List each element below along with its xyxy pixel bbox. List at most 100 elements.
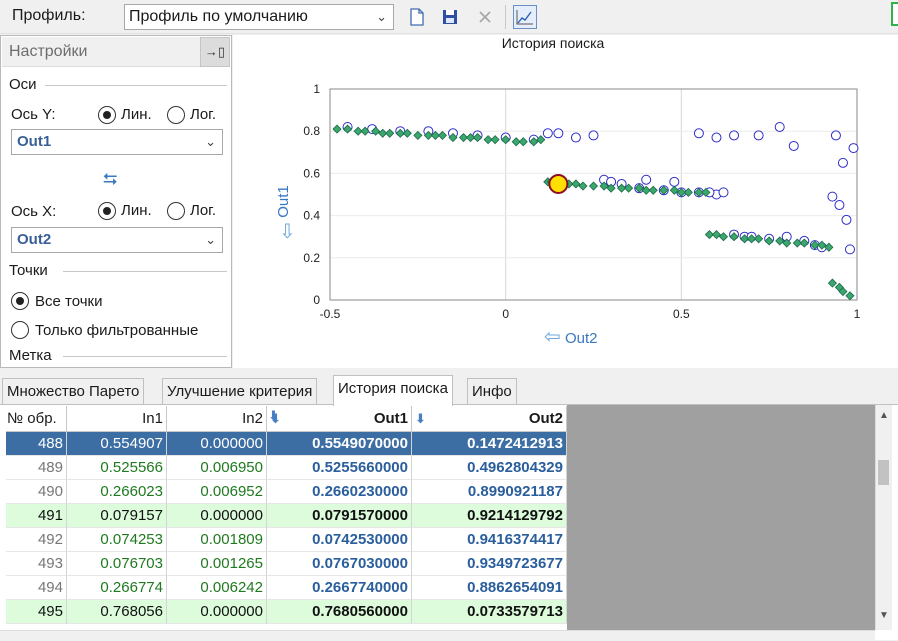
data-point [490, 135, 500, 145]
table-row[interactable]: 490 0.266023 0.006952 0.2660230000 0.8990921… [6, 480, 567, 504]
column-header-out1[interactable]: ⬇ Out1 [267, 406, 412, 432]
y-axis-select[interactable]: Out1 ⌄ [11, 129, 223, 155]
y-linear-label: Лин. [121, 106, 152, 123]
cell-in1: 0.554907 [67, 432, 167, 456]
tab-improvement[interactable]: Улучшение критерия [162, 378, 318, 405]
data-point [844, 244, 855, 255]
filtered-points-radio[interactable] [11, 321, 29, 339]
tab-search-history[interactable]: История поиска [333, 375, 453, 406]
data-point [542, 128, 553, 139]
chevron-down-icon: ⌄ [205, 134, 216, 149]
toolbar-separator [505, 5, 506, 29]
y-axis-title[interactable]: Out1 ⇩ [275, 183, 298, 243]
data-point [588, 181, 599, 191]
data-point [536, 135, 546, 145]
cell-in1: 0.074253 [67, 528, 167, 552]
table-row[interactable]: 489 0.525566 0.006950 0.5255660000 0.4962804… [6, 456, 567, 480]
cell-n: 488 [6, 432, 67, 456]
tab-pareto[interactable]: Множество Парето [2, 378, 145, 405]
table-row[interactable]: 491 0.079157 0.000000 0.0791570000 0.9214129… [6, 504, 567, 528]
cell-out2: 0.8862654091 [412, 576, 567, 600]
cell-out2: 0.1472412913 [412, 432, 567, 456]
data-point [588, 130, 599, 141]
vertical-scrollbar[interactable]: ▲ ▼ [875, 405, 892, 630]
table-row[interactable]: 494 0.266774 0.006242 0.2667740000 0.8862654… [6, 576, 567, 600]
x-axis-label: Ось X: [11, 203, 57, 220]
tab-info[interactable]: Инфо [467, 378, 517, 405]
cell-n: 491 [6, 504, 67, 528]
column-header-in2[interactable]: In2 [167, 406, 267, 432]
table-row[interactable]: 495 0.768056 0.000000 0.7680560000 0.0733579… [6, 600, 567, 624]
cell-n: 489 [6, 456, 67, 480]
y-log-radio[interactable] [167, 106, 185, 124]
data-point [729, 130, 740, 141]
filtered-points-label: Только фильтрованные [35, 322, 199, 339]
y-linear-radio[interactable] [98, 106, 116, 124]
x-linear-label: Лин. [121, 202, 152, 219]
tab-label: Улучшение критерия [167, 383, 313, 400]
column-header-out2[interactable]: ⬇ Out2 [412, 406, 567, 432]
cell-out1: 0.2667740000 [267, 576, 412, 600]
cell-out1: 0.0742530000 [267, 528, 412, 552]
close-icon [479, 11, 491, 23]
table-row[interactable]: 492 0.074253 0.001809 0.0742530000 0.9416374… [6, 528, 567, 552]
horizontal-scrollbar[interactable] [0, 630, 875, 641]
swap-axes-icon[interactable]: ⮀ [103, 169, 117, 190]
cell-out2: 0.9349723677 [412, 552, 567, 576]
cell-n: 490 [6, 480, 67, 504]
new-file-icon [410, 8, 424, 26]
x-linear-radio[interactable] [98, 202, 116, 220]
table-row[interactable]: 488 0.554907 0.000000 0.5549070000 0.1472412… [6, 432, 567, 456]
x-log-radio[interactable] [167, 202, 185, 220]
profile-label: Профиль: [12, 7, 86, 24]
y-tick-label: 0.2 [303, 251, 320, 265]
data-point [834, 200, 845, 211]
save-profile-button[interactable] [438, 5, 462, 29]
data-point [711, 230, 722, 240]
x-axis-select[interactable]: Out2 ⌄ [11, 227, 223, 253]
status-indicator [891, 2, 898, 26]
data-point [669, 176, 680, 187]
data-point [553, 128, 564, 139]
cell-out2: 0.9416374417 [412, 528, 567, 552]
y-axis-title-text: Out1 [274, 185, 292, 218]
profile-select[interactable]: Профиль по умолчанию ⌄ [124, 4, 394, 30]
x-axis-select-value: Out2 [17, 231, 52, 248]
scroll-down-icon[interactable]: ▼ [879, 610, 889, 621]
x-axis-title[interactable]: ⇦ Out2 [544, 324, 597, 349]
settings-title: Настройки [9, 43, 88, 60]
column-header-in1[interactable]: In1 [67, 406, 167, 432]
label-group-title: Метка [9, 347, 52, 364]
column-header-out2-label: Out2 [528, 410, 563, 427]
cell-in2: 0.001265 [167, 552, 267, 576]
data-point [827, 278, 837, 288]
y-tick-label: 0.4 [303, 209, 320, 223]
cell-in2: 0.006950 [167, 456, 267, 480]
new-profile-button[interactable] [405, 5, 429, 29]
cell-n: 493 [6, 552, 67, 576]
y-tick-label: 0.8 [303, 124, 320, 138]
data-point [788, 140, 799, 151]
column-header-number[interactable]: № обр. [6, 406, 67, 432]
cell-out1: 0.2660230000 [267, 480, 412, 504]
delete-profile-button[interactable] [473, 5, 497, 29]
all-points-radio[interactable] [11, 292, 29, 310]
column-header-out1-label: Out1 [373, 410, 408, 427]
y-axis-label: Ось Y: [11, 106, 56, 123]
arrow-left-icon: ⇦ [544, 326, 561, 348]
scroll-thumb[interactable] [878, 460, 889, 485]
table-empty-area [567, 405, 875, 630]
points-group-title: Точки [9, 262, 48, 279]
data-point [827, 191, 838, 202]
chart-settings-button[interactable] [513, 5, 537, 29]
scroll-up-icon[interactable]: ▲ [879, 410, 889, 421]
y-tick-label: 0.6 [303, 166, 320, 180]
all-points-label: Все точки [35, 293, 103, 310]
cell-in1: 0.079157 [67, 504, 167, 528]
scatter-chart[interactable]: 00.20.40.60.81 -0.5 0 0.5 1 [233, 35, 898, 368]
x-tick-label: 0.5 [673, 307, 690, 321]
table-row[interactable]: 493 0.076703 0.001265 0.0767030000 0.9349723… [6, 552, 567, 576]
cell-out2: 0.4962804329 [412, 456, 567, 480]
data-point [683, 187, 693, 197]
axes-group-title: Оси [9, 76, 37, 93]
